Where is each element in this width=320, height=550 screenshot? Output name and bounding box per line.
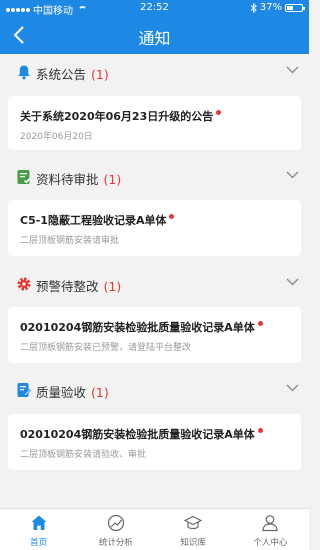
nav-bar: 通知 — [0, 16, 309, 54]
notification-card[interactable]: 02010204钢筋安装检验批质量验收记录A单体 二层顶板钢筋安装请验收、审批 — [8, 414, 301, 470]
tab-label: 知识库 — [180, 538, 206, 548]
bell-icon — [18, 65, 30, 80]
battery-percent: 37% — [259, 2, 282, 13]
unread-dot — [257, 321, 263, 326]
document-approve-icon — [17, 170, 32, 184]
person-icon — [262, 515, 278, 532]
chevron-down-icon[interactable] — [286, 384, 299, 392]
chevron-down-icon[interactable] — [286, 66, 299, 74]
notification-card[interactable]: 02010204钢筋安装检验批质量验收记录A单体 二层顶板钢筋安装已预警，请登陆… — [8, 307, 301, 363]
card-title: 02010204钢筋安装检验批质量验收记录A单体 — [20, 428, 255, 441]
warning-gear-icon — [17, 277, 31, 291]
card-title: C5-1隐蔽工程验收记录A单体 — [20, 214, 167, 227]
section-count-badge: (1) — [103, 172, 122, 187]
tab-profile[interactable]: 个人中心 — [232, 509, 309, 550]
section-count-badge: (1) — [103, 279, 122, 294]
section-title: 资料待审批 — [36, 172, 99, 187]
section-title: 质量验收 — [36, 385, 87, 400]
tab-home[interactable]: 首页 — [0, 509, 77, 550]
card-subtitle: 二层顶板钢筋安装已预警，请登陆平台整改 — [20, 343, 192, 353]
card-subtitle: 二层顶板钢筋安装请审批 — [20, 236, 120, 246]
bluetooth-icon — [250, 2, 257, 13]
notification-card[interactable]: C5-1隐蔽工程验收记录A单体 二层顶板钢筋安装请审批 — [8, 200, 301, 256]
unread-dot — [169, 214, 175, 219]
tab-label: 统计分析 — [98, 538, 133, 548]
status-bar: 中国移动 22:52 37% — [0, 0, 309, 17]
tab-knowledge-base[interactable]: 知识库 — [155, 509, 232, 550]
section-header-pending-approval[interactable]: 资料待审批 (1) — [0, 160, 309, 194]
unread-dot — [257, 428, 263, 433]
section-title: 系统公告 — [36, 67, 87, 82]
card-title: 02010204钢筋安装检验批质量验收记录A单体 — [20, 321, 255, 334]
section-header-quality-acceptance[interactable]: 质量验收 (1) — [0, 373, 309, 407]
chevron-down-icon[interactable] — [286, 171, 299, 179]
home-icon — [31, 515, 47, 530]
card-title: 关于系统2020年06月23日升级的公告 — [20, 110, 214, 123]
battery-icon — [285, 3, 305, 12]
quality-check-icon — [17, 383, 32, 397]
tab-statistics[interactable]: 统计分析 — [77, 509, 154, 550]
page-title: 通知 — [138, 29, 171, 48]
card-subtitle: 二层顶板钢筋安装请验收、审批 — [20, 450, 147, 460]
section-header-system-notice[interactable]: 系统公告 (1) — [0, 55, 309, 89]
section-title: 预警待整改 — [36, 279, 99, 294]
section-count-badge: (1) — [91, 385, 109, 400]
chart-icon — [107, 514, 124, 532]
unread-dot — [216, 110, 222, 115]
section-header-warning-rectify[interactable]: 预警待整改 (1) — [0, 267, 309, 301]
tab-label: 个人中心 — [253, 538, 288, 548]
tab-label: 首页 — [30, 538, 48, 548]
card-subtitle: 2020年06月20日 — [20, 132, 93, 142]
chevron-down-icon[interactable] — [286, 278, 299, 286]
bottom-tab-bar: 首页 统计分析 知识库 个人中心 — [0, 508, 309, 550]
section-count-badge: (1) — [91, 67, 109, 82]
notification-card[interactable]: 关于系统2020年06月23日升级的公告 2020年06月20日 — [8, 96, 301, 150]
graduation-cap-icon — [184, 515, 203, 530]
